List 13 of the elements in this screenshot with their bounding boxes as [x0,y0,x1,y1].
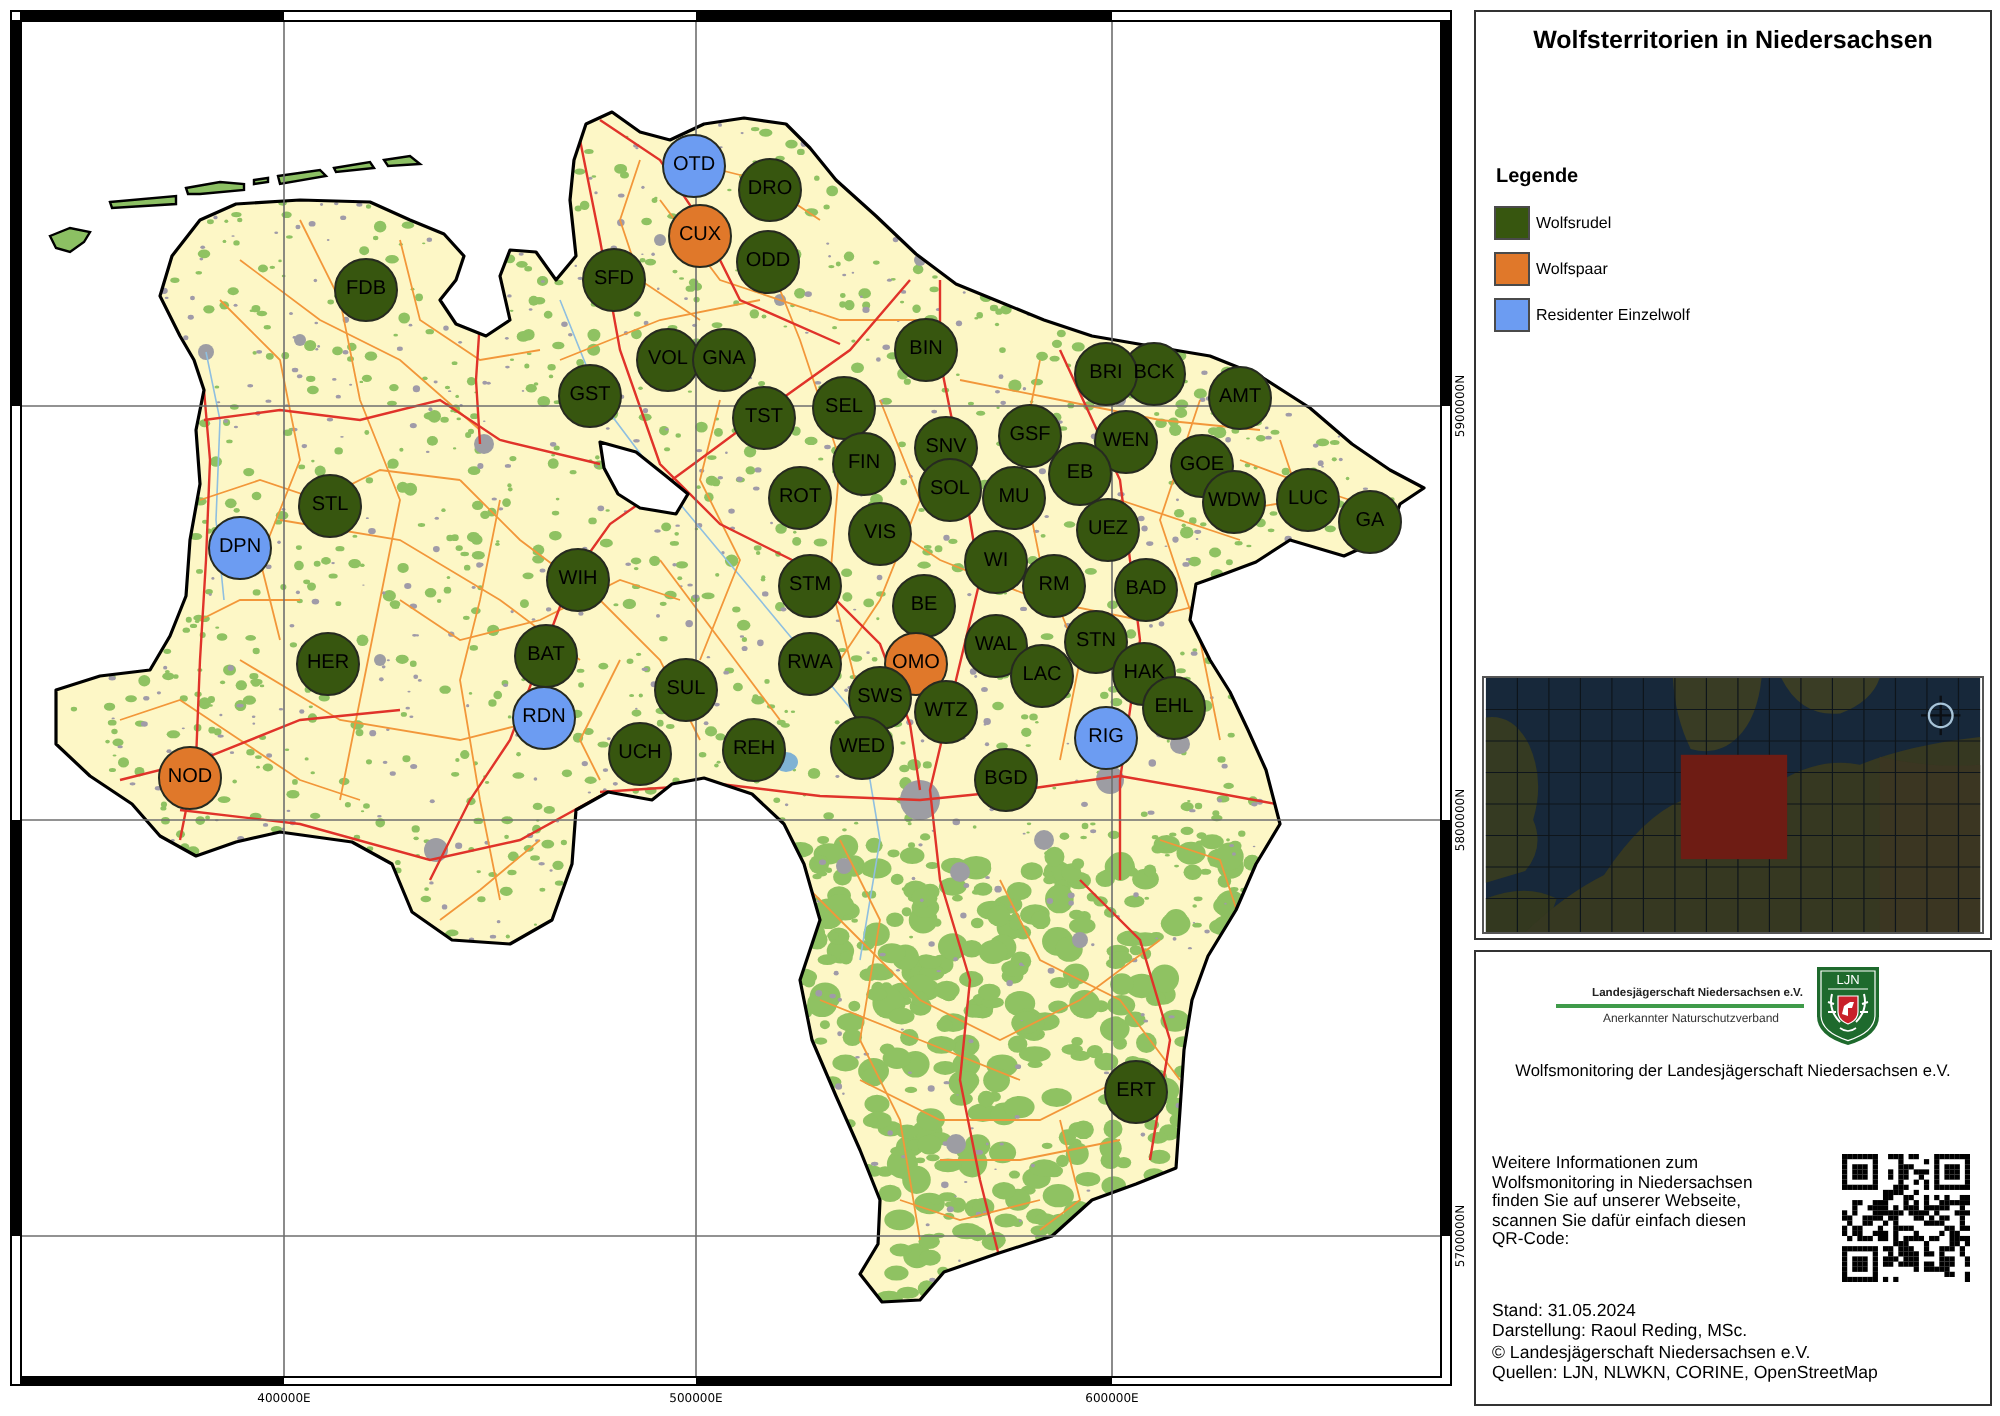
legend-label: Wolfspaar [1536,259,1608,279]
monitoring-caption: Wolfsmonitoring der Landesjägerschaft Niedersachsen e.V. [1513,1060,1953,1082]
extent-rectangle [1680,754,1788,860]
qr-code [1842,1154,1970,1282]
credit-line: Quellen: LJN, NLWKN, CORINE, OpenStreetMap [1492,1361,1878,1383]
info-text: Weitere Informationen zum Wolfsmonitoring in Niedersachsen finden Sie auf unserer Webseite, scannen Sie dafür einfach diesen QR-Code: [1492,1154,1753,1250]
legend-label: Wolfsrudel [1536,213,1612,233]
legend-heading: Legende [1496,166,1579,190]
legend-label: Residenter Einzelwolf [1536,305,1690,325]
credit-line: Darstellung: Raoul Reding, MSc. [1492,1320,1748,1342]
credit-line: Stand: 31.05.2024 [1492,1300,1636,1321]
credit-line: © Landesjägerschaft Niedersachsen e.V. [1492,1341,1811,1362]
map-title: Wolfsterritorien in Niedersachsen [1531,24,1935,56]
